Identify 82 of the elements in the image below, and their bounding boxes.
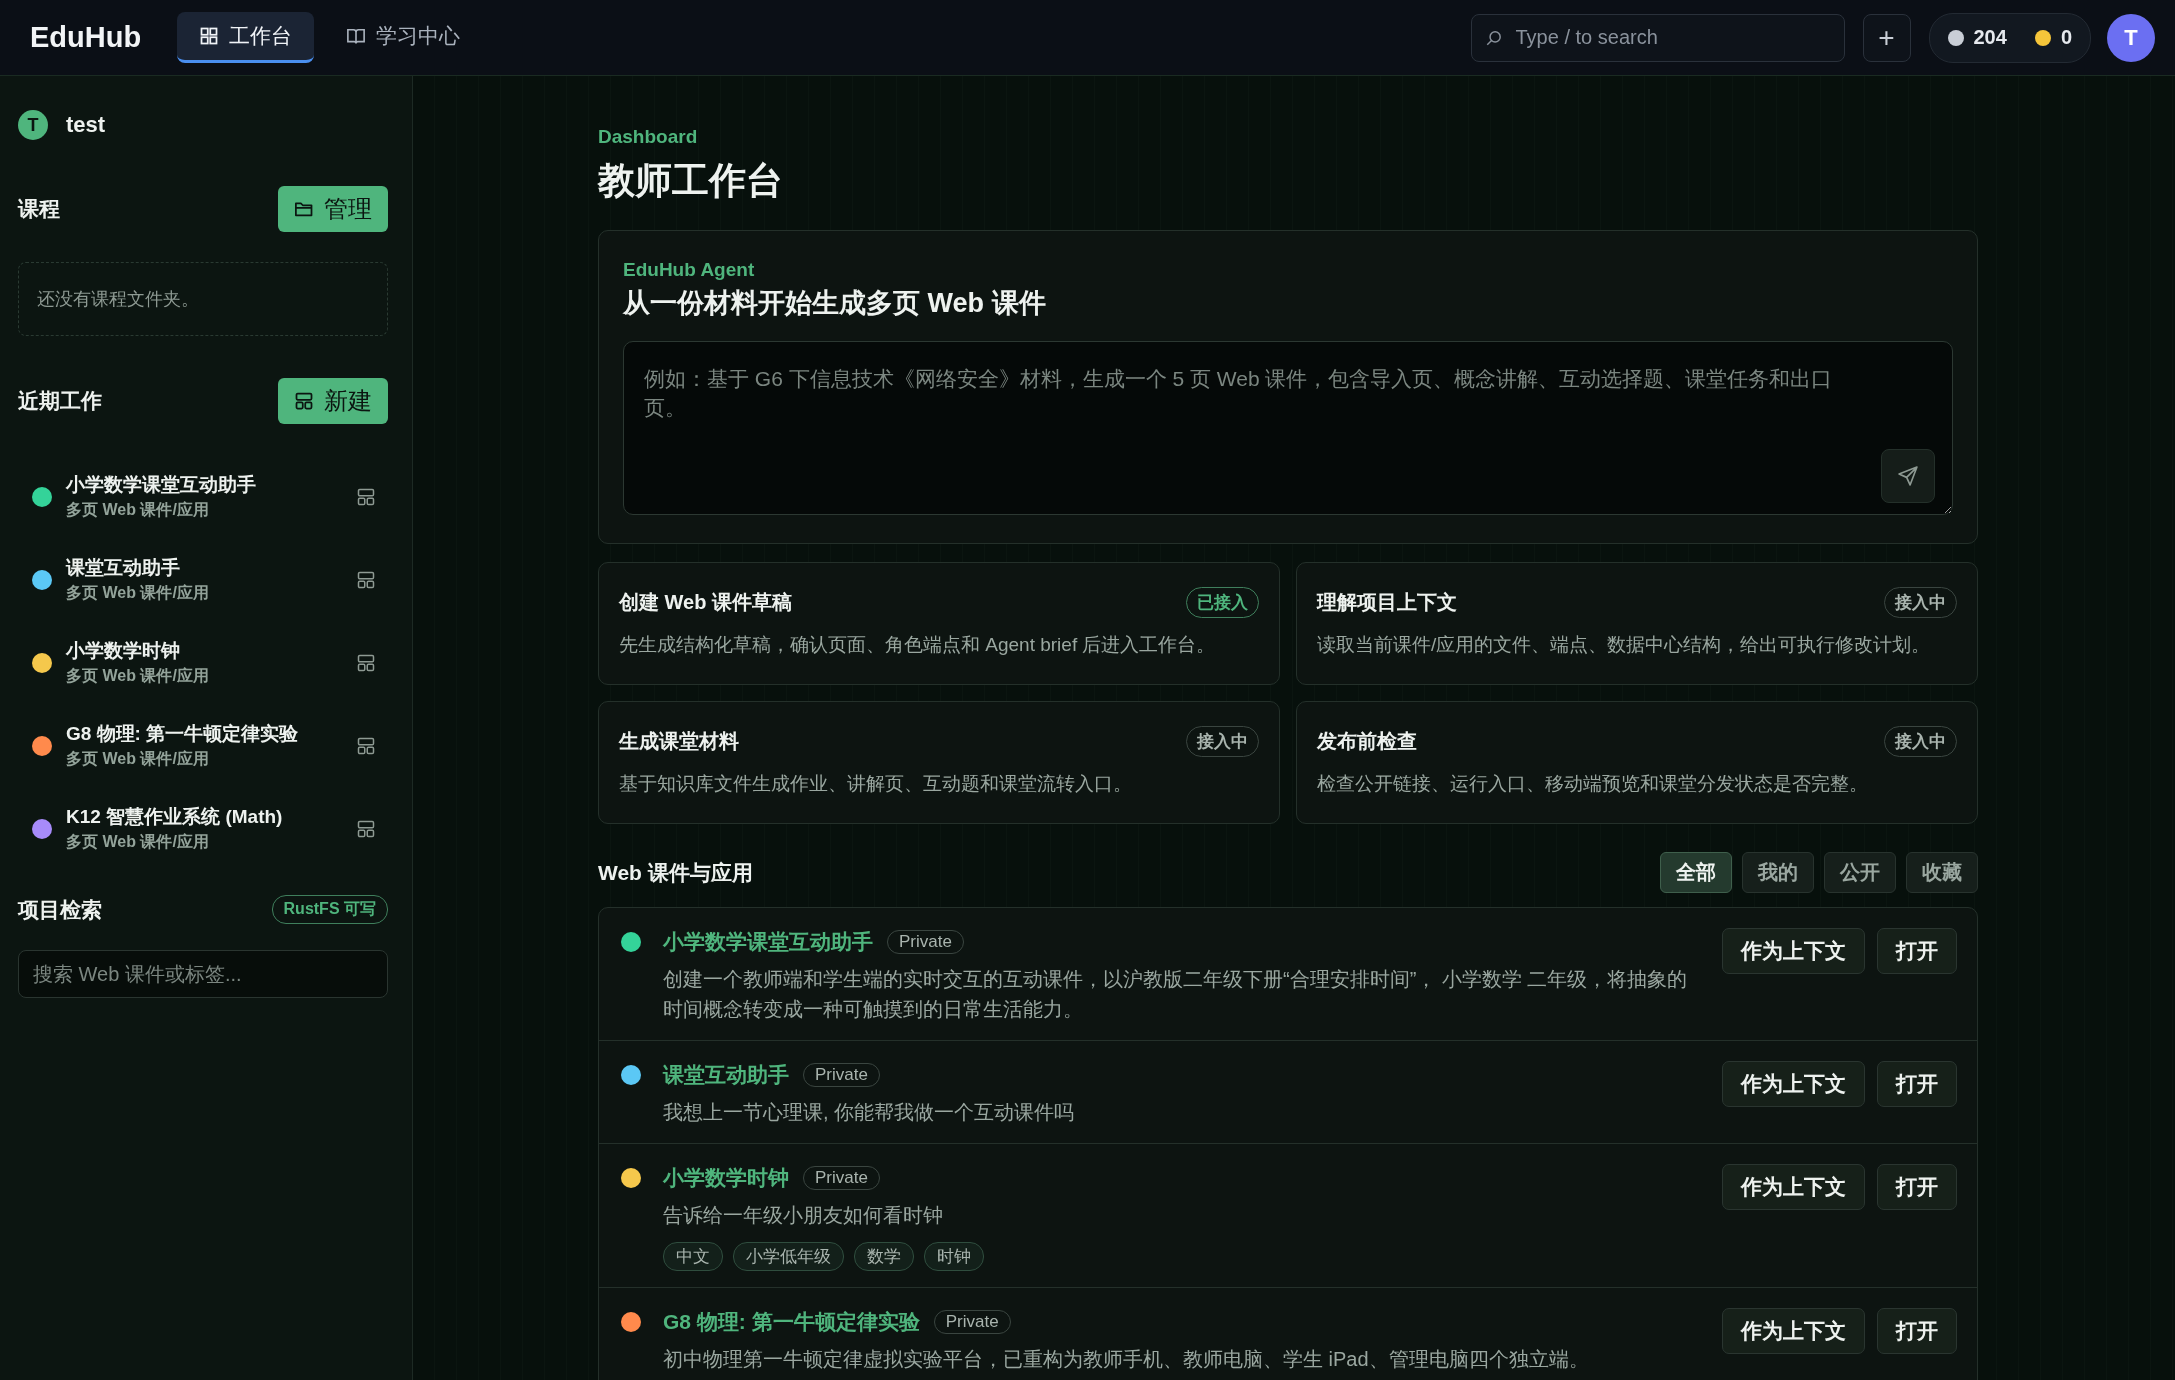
- stat-value: 204: [1973, 26, 2007, 49]
- tag[interactable]: 时钟: [924, 1242, 984, 1271]
- app-description: 告诉给一年级小朋友如何看时钟: [663, 1203, 944, 1228]
- storage-badge: RustFS 可写: [271, 895, 388, 924]
- app-title[interactable]: 小学数学时钟: [663, 1164, 789, 1192]
- avatar[interactable]: T: [2107, 13, 2155, 62]
- item-title: K12 智慧作业系统 (Math): [66, 805, 284, 829]
- app-description: 我想上一节心理课, 你能帮我做一个互动课件吗: [663, 1100, 1076, 1125]
- empty-folder-note: 还没有课程文件夹。: [18, 262, 388, 336]
- item-subtitle: 多页 Web 课件/应用: [66, 832, 210, 852]
- book-icon: [346, 26, 367, 46]
- layout-icon: [294, 391, 314, 411]
- recent-item[interactable]: 小学数学课堂互动助手 多页 Web 课件/应用: [32, 472, 388, 521]
- action-button[interactable]: 打开: [1877, 1164, 1957, 1210]
- item-title: 小学数学课堂互动助手: [66, 473, 257, 497]
- action-button[interactable]: 作为上下文: [1722, 1308, 1865, 1354]
- app-title[interactable]: 小学数学课堂互动助手: [663, 928, 873, 956]
- layout-icon[interactable]: [356, 818, 376, 839]
- page-eyebrow: Dashboard: [598, 126, 699, 148]
- capability-title: 生成课堂材料: [619, 729, 739, 754]
- grid-icon: [199, 26, 220, 46]
- app-description: 初中物理第一牛顿定律虚拟实验平台，已重构为教师手机、教师电脑、学生 iPad、管理电脑四个独立端。: [663, 1347, 1590, 1372]
- capability-description: 检查公开链接、运行入口、移动端预览和课堂分发状态是否完整。: [1317, 772, 1869, 796]
- recent-item[interactable]: 小学数学时钟 多页 Web 课件/应用: [32, 638, 388, 687]
- item-subtitle: 多页 Web 课件/应用: [66, 666, 210, 686]
- add-button[interactable]: +: [1862, 13, 1911, 62]
- layout-icon[interactable]: [356, 735, 376, 756]
- stat-value: 0: [2060, 26, 2072, 49]
- item-subtitle: 多页 Web 课件/应用: [66, 583, 210, 603]
- new-button[interactable]: 新建: [278, 378, 388, 424]
- recent-item[interactable]: G8 物理: 第一牛顿定律实验 多页 Web 课件/应用: [32, 721, 388, 770]
- capability-title: 创建 Web 课件草稿: [619, 590, 792, 615]
- capability-description: 读取当前课件/应用的文件、端点、数据中心结构，给出可执行修改计划。: [1317, 633, 1932, 657]
- tag[interactable]: 数学: [854, 1242, 914, 1271]
- user-name: test: [66, 112, 106, 138]
- action-button[interactable]: 打开: [1877, 1061, 1957, 1107]
- recent-item[interactable]: 课堂互动助手 多页 Web 课件/应用: [32, 555, 388, 604]
- page-title: 教师工作台: [598, 159, 784, 203]
- app-description: 创建一个教师端和学生端的实时交互的互动课件，以沪教版二年级下册“合理安排时间”， 小学数学 二年级，将抽象的时间概念转变成一种可触摸到的日常生活能力。: [663, 967, 1689, 1022]
- prompt-field[interactable]: 例如：基于 G6 下信息技术《网络安全》材料，生成一个 5 页 Web 课件，包含导入页、概念讲解、互动选择题、课堂任务和出口页。: [623, 341, 1953, 515]
- manage-button[interactable]: 管理: [278, 186, 388, 232]
- item-subtitle: 多页 Web 课件/应用: [66, 500, 210, 520]
- action-button[interactable]: 打开: [1877, 928, 1957, 974]
- capability-description: 先生成结构化草稿，确认页面、角色端点和 Agent brief 后进入工作台。: [619, 633, 1217, 657]
- action-button[interactable]: 作为上下文: [1722, 1164, 1865, 1210]
- section-title: 近期工作: [18, 388, 102, 414]
- app-title[interactable]: G8 物理: 第一牛顿定律实验: [663, 1308, 920, 1336]
- project-search-field[interactable]: 搜索 Web 课件或标签...: [18, 950, 388, 998]
- send-button[interactable]: [1881, 449, 1935, 503]
- capability-title: 理解项目上下文: [1317, 590, 1457, 615]
- filter-tab[interactable]: 收藏: [1906, 852, 1978, 893]
- layout-icon[interactable]: [356, 486, 376, 507]
- tag[interactable]: 中文: [663, 1242, 723, 1271]
- filter-tab[interactable]: 我的: [1742, 852, 1814, 893]
- nav-tab[interactable]: 工作台: [177, 12, 315, 63]
- user-avatar: T: [18, 110, 48, 140]
- item-subtitle: 多页 Web 课件/应用: [66, 749, 210, 769]
- nav-tab[interactable]: 学习中心: [324, 12, 483, 63]
- action-button[interactable]: 打开: [1877, 1308, 1957, 1354]
- filter-tab[interactable]: 全部: [1660, 852, 1732, 893]
- capability-title: 发布前检查: [1317, 729, 1417, 754]
- layout-icon[interactable]: [356, 569, 376, 590]
- logo: EduHub: [30, 21, 142, 54]
- item-title: 课堂互动助手: [66, 556, 181, 580]
- search-icon: [1484, 28, 1503, 47]
- search-field[interactable]: Type / to search: [1470, 13, 1845, 62]
- section-title: 课程: [18, 196, 60, 222]
- layout-icon[interactable]: [356, 652, 376, 673]
- section-title: 项目检索: [18, 896, 102, 923]
- item-title: 小学数学时钟: [66, 639, 181, 663]
- app-title[interactable]: 课堂互动助手: [663, 1061, 789, 1089]
- action-button[interactable]: 作为上下文: [1722, 928, 1865, 974]
- send-icon: [1897, 465, 1919, 487]
- filter-tab[interactable]: 公开: [1824, 852, 1896, 893]
- recent-item[interactable]: K12 智慧作业系统 (Math) 多页 Web 课件/应用: [32, 804, 388, 853]
- item-title: G8 物理: 第一牛顿定律实验: [66, 722, 300, 746]
- agent-title: 从一份材料开始生成多页 Web 课件: [623, 287, 1047, 320]
- action-button[interactable]: 作为上下文: [1722, 1061, 1865, 1107]
- capability-description: 基于知识库文件生成作业、讲解页、互动题和课堂流转入口。: [619, 772, 1133, 796]
- tag[interactable]: 小学低年级: [733, 1242, 844, 1271]
- section-title: Web 课件与应用: [598, 859, 753, 886]
- agent-eyebrow: EduHub Agent: [623, 259, 756, 281]
